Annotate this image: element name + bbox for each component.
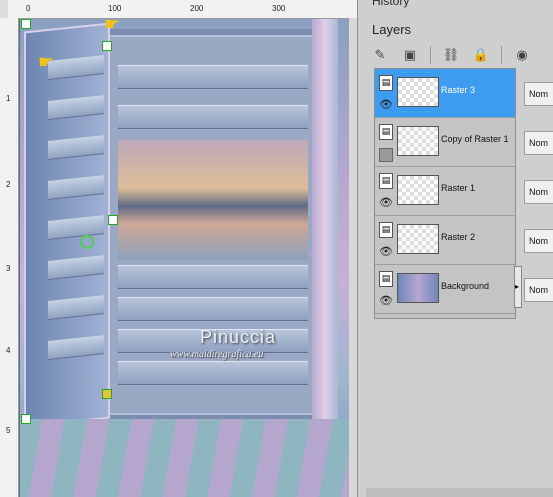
deform-handle[interactable]: [102, 41, 112, 51]
layer-name: Raster 1: [441, 183, 476, 193]
panel-expand-grip[interactable]: ▸: [514, 266, 522, 308]
shutter-slat: [118, 265, 308, 289]
layer-row-raster-2[interactable]: ▤ 👁 Raster 2: [375, 216, 515, 265]
layer-name: Raster 2: [441, 232, 476, 242]
ruler-left-label: 2: [6, 180, 11, 189]
ruler-left-label: 5: [6, 426, 11, 435]
layer-thumbnail: [397, 126, 439, 156]
blend-mode-dropdown[interactable]: Nom: [524, 229, 553, 253]
door-slat: [48, 295, 104, 320]
canvas-scrollbar-vertical[interactable]: [349, 18, 357, 497]
layer-name: Background: [441, 281, 490, 291]
blend-mode-dropdown[interactable]: Nom: [524, 278, 553, 302]
pointer-hand-icon: ☛: [38, 52, 55, 73]
layers-panel: History Layers ✎ ▣ ⛓ 🔒 ◉ ▤ 👁 Raster 3 ▤ …: [357, 0, 553, 497]
blend-mode-dropdown[interactable]: Nom: [524, 131, 553, 155]
shutter-frame: [102, 29, 324, 421]
layer-name: Copy of Raster 1: [441, 134, 509, 144]
mask-icon[interactable]: ▣: [400, 45, 420, 65]
checkered-floor: [20, 419, 357, 497]
layer-thumbnail: [397, 77, 439, 107]
lock-icon[interactable]: 🔒: [471, 45, 491, 65]
history-tab[interactable]: History: [372, 0, 409, 8]
pointer-hand-icon: ☛: [104, 14, 121, 35]
eye-icon[interactable]: 👁: [379, 246, 393, 258]
brush-icon[interactable]: ✎: [370, 45, 390, 65]
watermark-url: www.maidiregrafica.eu: [170, 349, 264, 360]
layer-name: Raster 3: [441, 85, 476, 95]
ruler-left-label: 1: [6, 94, 11, 103]
deform-handle[interactable]: [108, 215, 118, 225]
shutter-slat: [118, 65, 308, 89]
globe-icon[interactable]: ◉: [512, 45, 532, 65]
document-image[interactable]: Pinuccia www.maidiregrafica.eu: [20, 19, 357, 497]
door-slat: [48, 95, 104, 120]
layer-thumbnail: [397, 224, 439, 254]
open-shutter-door[interactable]: [24, 22, 110, 428]
ruler-top-label: 100: [108, 4, 122, 13]
eye-hidden-icon[interactable]: [379, 148, 393, 162]
blend-mode-dropdown[interactable]: Nom: [524, 180, 553, 204]
toolbar-separator: [430, 46, 431, 64]
ruler-top-label: 0: [26, 4, 31, 13]
eye-icon[interactable]: 👁: [379, 295, 393, 307]
panel-scrollbar-horizontal[interactable]: [366, 488, 553, 497]
blend-mode-dropdown[interactable]: Nom: [524, 82, 553, 106]
layer-row-copy-of-raster-1[interactable]: ▤ Copy of Raster 1: [375, 118, 515, 167]
layer-list: ▤ 👁 Raster 3 ▤ Copy of Raster 1 ▤ 👁 Rast…: [374, 68, 516, 319]
sunset-lake-image: [118, 140, 308, 260]
pillar: [312, 19, 338, 419]
layers-title: Layers: [372, 22, 412, 37]
ruler-top[interactable]: 0 100 200 300: [8, 0, 357, 19]
layer-type-icon: ▤: [379, 124, 393, 140]
deform-handle[interactable]: [21, 19, 31, 29]
shutter-slat: [118, 297, 308, 321]
ruler-left[interactable]: 1 2 3 4 5: [0, 18, 19, 497]
layer-row-raster-3[interactable]: ▤ 👁 Raster 3: [375, 69, 515, 118]
watermark-name: Pinuccia: [200, 327, 277, 347]
eye-icon[interactable]: 👁: [379, 99, 393, 111]
link-icon[interactable]: ⛓: [441, 45, 461, 65]
door-slat: [48, 175, 104, 200]
ruler-top-label: 200: [190, 4, 204, 13]
layer-row-raster-1[interactable]: ▤ 👁 Raster 1: [375, 167, 515, 216]
canvas-area[interactable]: 0 100 200 300 1 2 3 4 5 Pinuccia www.mai…: [0, 0, 357, 497]
door-slat: [48, 135, 104, 160]
rotation-pivot-handle[interactable]: [80, 235, 94, 249]
shutter-slat: [118, 105, 308, 129]
door-slat: [48, 335, 104, 360]
layer-type-icon: ▤: [379, 173, 393, 189]
layer-type-icon: ▤: [379, 271, 393, 287]
eye-icon[interactable]: 👁: [379, 197, 393, 209]
deform-handle[interactable]: [21, 414, 31, 424]
layer-type-icon: ▤: [379, 75, 393, 91]
ruler-left-label: 4: [6, 346, 11, 355]
deform-handle[interactable]: [102, 389, 112, 399]
layer-row-background[interactable]: ▤ 👁 Background: [375, 265, 515, 314]
door-slat: [48, 55, 104, 80]
ruler-top-label: 300: [272, 4, 286, 13]
shutter-slat: [118, 361, 308, 385]
toolbar-separator: [501, 46, 502, 64]
layer-thumbnail: [397, 273, 439, 303]
door-slat: [48, 215, 104, 240]
layer-type-icon: ▤: [379, 222, 393, 238]
layers-toolbar: ✎ ▣ ⛓ 🔒 ◉: [370, 44, 532, 66]
ruler-left-label: 3: [6, 264, 11, 273]
door-slat: [48, 255, 104, 280]
layer-thumbnail: [397, 175, 439, 205]
